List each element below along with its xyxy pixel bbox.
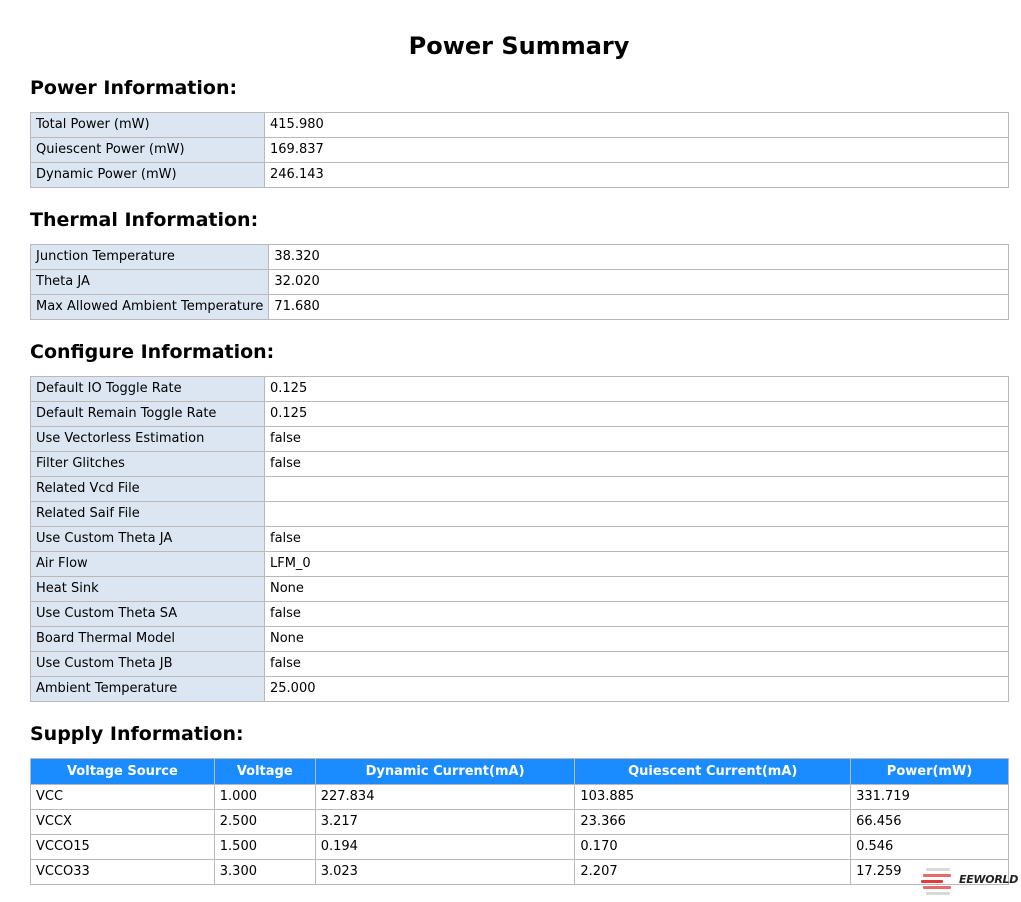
power-section-title: Power Information:: [30, 77, 238, 99]
config-label: Related Saif File: [30, 501, 265, 527]
table-row: Board Thermal Model None: [30, 626, 1009, 652]
table-cell: 1.500: [213, 834, 316, 860]
table-row: Air Flow LFM_0: [30, 551, 1009, 577]
config-value: false: [264, 651, 1009, 677]
config-value: None: [264, 576, 1009, 602]
config-value: [264, 476, 1009, 502]
table-row: Default Remain Toggle Rate 0.125: [30, 401, 1009, 427]
thermal-value: 71.680: [268, 294, 1009, 320]
thermal-label: Max Allowed Ambient Temperature: [29, 294, 270, 320]
config-value: 0.125: [264, 401, 1009, 427]
table-cell: VCCO33: [30, 859, 215, 885]
config-label: Default IO Toggle Rate: [30, 376, 265, 402]
table-row: Related Saif File: [30, 501, 1009, 527]
page-title: Power Summary: [408, 32, 630, 60]
table-row: Total Power (mW) 415.980: [30, 112, 1009, 138]
table-cell: VCC: [30, 784, 215, 810]
eeworld-logo-icon: [921, 868, 951, 895]
table-row: Quiescent Power (mW) 169.837: [30, 137, 1009, 163]
config-label: Filter Glitches: [30, 451, 265, 477]
power-table: Total Power (mW) 415.980 Quiescent Power…: [30, 112, 1009, 188]
config-value: false: [264, 426, 1009, 452]
thermal-section-title: Thermal Information:: [30, 209, 259, 231]
config-label: Use Vectorless Estimation: [30, 426, 265, 452]
power-value: 246.143: [264, 162, 1009, 188]
column-header-voltage: Voltage: [213, 758, 316, 785]
table-cell: 0.546: [850, 834, 1009, 860]
table-row: Dynamic Power (mW) 246.143: [30, 162, 1009, 188]
table-cell: 227.834: [314, 784, 576, 810]
table-row: Use Custom Theta JB false: [30, 651, 1009, 677]
table-cell: VCCX: [30, 809, 215, 835]
config-label: Default Remain Toggle Rate: [30, 401, 265, 427]
thermal-label: Theta JA: [29, 269, 270, 295]
config-value: false: [264, 451, 1009, 477]
table-cell: 3.300: [213, 859, 316, 885]
column-header-dynamic-current: Dynamic Current(mA): [314, 758, 576, 785]
watermark-text: EEWORLD: [959, 873, 1019, 886]
table-cell: 0.170: [574, 834, 852, 860]
thermal-label: Junction Temperature: [29, 244, 270, 270]
table-row: VCCX 2.500 3.217 23.366 66.456: [30, 809, 1009, 835]
config-value: 25.000: [264, 676, 1009, 702]
table-cell: 331.719: [850, 784, 1009, 810]
table-cell: 3.217: [314, 809, 576, 835]
table-row: Ambient Temperature 25.000: [30, 676, 1009, 702]
thermal-table: Junction Temperature 38.320 Theta JA 32.…: [29, 244, 1009, 320]
table-row: Default IO Toggle Rate 0.125: [30, 376, 1009, 402]
config-value: false: [264, 526, 1009, 552]
config-label: Ambient Temperature: [30, 676, 265, 702]
table-row: Use Custom Theta JA false: [30, 526, 1009, 552]
config-value: [264, 501, 1009, 527]
table-cell: 1.000: [213, 784, 316, 810]
config-label: Board Thermal Model: [30, 626, 265, 652]
column-header-power: Power(mW): [850, 758, 1009, 785]
table-row: Use Custom Theta SA false: [30, 601, 1009, 627]
table-row: VCC 1.000 227.834 103.885 331.719: [30, 784, 1009, 810]
config-label: Use Custom Theta SA: [30, 601, 265, 627]
table-row: VCCO15 1.500 0.194 0.170 0.546: [30, 834, 1009, 860]
config-value: false: [264, 601, 1009, 627]
table-cell: 66.456: [850, 809, 1009, 835]
power-label: Quiescent Power (mW): [30, 137, 265, 163]
table-row: Related Vcd File: [30, 476, 1009, 502]
power-value: 415.980: [264, 112, 1009, 138]
configure-table: Default IO Toggle Rate 0.125 Default Rem…: [30, 376, 1009, 702]
config-label: Use Custom Theta JB: [30, 651, 265, 677]
table-row: VCCO33 3.300 3.023 2.207 17.259: [30, 859, 1009, 885]
power-label: Total Power (mW): [30, 112, 265, 138]
column-header-voltage-source: Voltage Source: [30, 758, 215, 785]
power-value: 169.837: [264, 137, 1009, 163]
table-row: Junction Temperature 38.320: [29, 244, 1009, 270]
config-value: None: [264, 626, 1009, 652]
table-cell: 2.500: [213, 809, 316, 835]
column-header-quiescent-current: Quiescent Current(mA): [574, 758, 852, 785]
supply-section-title: Supply Information:: [30, 723, 244, 745]
thermal-value: 32.020: [268, 269, 1009, 295]
table-cell: 103.885: [574, 784, 852, 810]
table-row: Filter Glitches false: [30, 451, 1009, 477]
table-row: Use Vectorless Estimation false: [30, 426, 1009, 452]
table-cell: VCCO15: [30, 834, 215, 860]
thermal-value: 38.320: [268, 244, 1009, 270]
config-label: Air Flow: [30, 551, 265, 577]
table-cell: 23.366: [574, 809, 852, 835]
table-row: Heat Sink None: [30, 576, 1009, 602]
power-label: Dynamic Power (mW): [30, 162, 265, 188]
table-header-row: Voltage Source Voltage Dynamic Current(m…: [30, 758, 1009, 785]
config-value: 0.125: [264, 376, 1009, 402]
table-row: Theta JA 32.020: [29, 269, 1009, 295]
supply-table: Voltage Source Voltage Dynamic Current(m…: [30, 758, 1009, 885]
eeworld-watermark-logo: EEWORLD: [920, 866, 1018, 898]
configure-section-title: Configure Information:: [30, 341, 275, 363]
table-row: Max Allowed Ambient Temperature 71.680: [29, 294, 1009, 320]
table-cell: 0.194: [314, 834, 576, 860]
table-cell: 2.207: [574, 859, 852, 885]
config-label: Heat Sink: [30, 576, 265, 602]
table-cell: 3.023: [314, 859, 576, 885]
config-label: Use Custom Theta JA: [30, 526, 265, 552]
config-value: LFM_0: [264, 551, 1009, 577]
config-label: Related Vcd File: [30, 476, 265, 502]
